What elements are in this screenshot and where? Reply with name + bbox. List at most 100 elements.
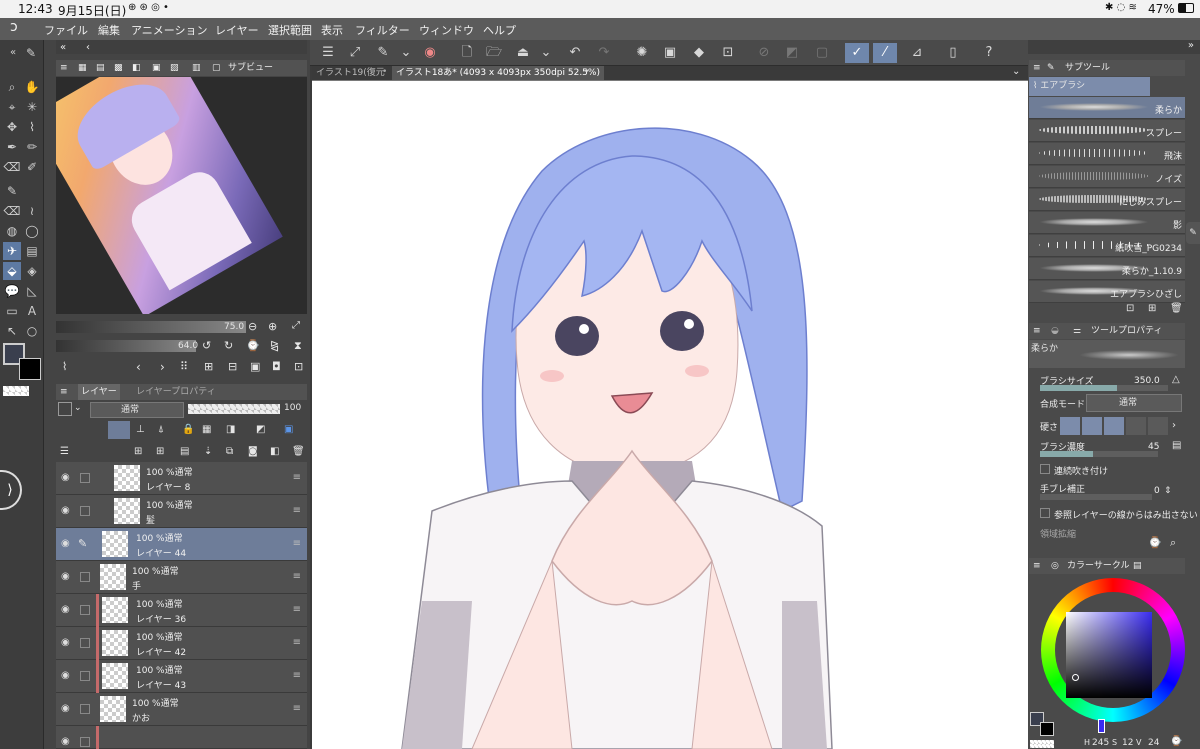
continuous-checkbox[interactable]	[1040, 464, 1050, 474]
menu-icon[interactable]: ≡	[60, 60, 68, 76]
crop-icon[interactable]: ▢	[812, 43, 832, 63]
lock-icon[interactable]: 🔒	[182, 424, 194, 435]
text-tool-icon[interactable]: A	[23, 302, 41, 320]
delete-image-icon[interactable]: ⊟	[228, 360, 237, 373]
density-slider[interactable]	[1040, 451, 1158, 457]
material-tab-icon[interactable]: ▩	[114, 60, 123, 76]
drag-handle-icon[interactable]: ≡	[293, 637, 301, 648]
reset-color-icon[interactable]: ⌚	[1170, 736, 1182, 747]
ruler-tool-icon[interactable]: ◺	[23, 282, 41, 300]
ruler-icon[interactable]: ⊿	[907, 43, 927, 63]
pen-pressure-icon[interactable]: ✓	[845, 43, 869, 63]
save-icon[interactable]: ⏏	[513, 43, 533, 63]
blend-mode-select[interactable]: 通常	[1086, 394, 1182, 412]
decoration-tool-icon[interactable]: ✎	[3, 182, 21, 200]
brush-item[interactable]: ノイズ	[1029, 166, 1185, 188]
history-tab-icon[interactable]: ◧	[132, 60, 141, 76]
blend-mode-select[interactable]: 通常	[90, 402, 184, 418]
zoom-in-icon[interactable]: ⊕	[268, 320, 277, 333]
layer-row[interactable]: ◉ 100 %通常 手 ≡	[56, 561, 307, 594]
new-file-icon[interactable]: 🗋	[457, 43, 477, 63]
sub-color-swatch[interactable]	[1040, 722, 1054, 736]
layer-checkbox[interactable]	[80, 506, 90, 516]
opacity-slider[interactable]	[188, 404, 280, 414]
shape-tool-icon[interactable]: ○	[23, 322, 41, 340]
subtool-title[interactable]: サブツール	[1065, 60, 1110, 76]
zoom-tool-icon[interactable]: ⌕	[3, 78, 21, 96]
transparent-swatch[interactable]	[1030, 740, 1054, 748]
hardness-step[interactable]	[1082, 417, 1102, 435]
copy-subtool-icon[interactable]: ⊡	[1126, 303, 1134, 314]
eyedropper-tool-icon[interactable]: ⌇	[23, 118, 41, 136]
transform-icon[interactable]: ⊡	[718, 43, 738, 63]
grid-icon[interactable]: ⠿	[180, 360, 188, 373]
menu-icon[interactable]: ≡	[60, 384, 68, 400]
brush-item-selected[interactable]: 柔らか	[1029, 97, 1185, 119]
delete-layer-icon[interactable]: 🗑	[292, 446, 305, 457]
drag-handle-icon[interactable]: ≡	[293, 670, 301, 681]
chevron-down-icon[interactable]: ⌄	[74, 403, 82, 413]
clip-icon[interactable]	[108, 421, 130, 439]
transparent-swatch[interactable]	[3, 386, 29, 396]
pencil-tool-icon[interactable]: ✏	[23, 138, 41, 156]
fit-canvas-icon[interactable]: ⤢	[345, 43, 365, 63]
layer-row[interactable]: ◉ 100 %通常 レイヤー 8 ≡	[56, 462, 307, 495]
layer-checkbox[interactable]	[80, 704, 90, 714]
stabilize-slider[interactable]	[1040, 494, 1152, 500]
search-icon[interactable]: ⌕	[1170, 536, 1176, 550]
navigator-tab-icon[interactable]: ▦	[78, 60, 87, 76]
move-tool-icon[interactable]: ✥	[3, 118, 21, 136]
preset-preview[interactable]: 柔らか	[1029, 340, 1185, 368]
menu-filter[interactable]: フィルター	[355, 22, 410, 38]
tab-layer[interactable]: レイヤー	[78, 384, 120, 400]
object-tab-icon[interactable]: ◒	[1051, 323, 1059, 339]
layer-checkbox[interactable]	[80, 473, 90, 483]
lock-transparent-icon[interactable]: ▦	[202, 424, 211, 435]
rotate-slider[interactable]	[56, 340, 196, 352]
zoom-slider[interactable]	[56, 321, 246, 333]
hamburger-menu-icon[interactable]: ☰	[318, 43, 338, 63]
eye-icon[interactable]: ◉	[61, 670, 73, 682]
frame-tool-icon[interactable]: ▭	[3, 302, 21, 320]
actions-tab-icon[interactable]: ▥	[192, 60, 201, 76]
layer-checkbox[interactable]	[80, 671, 90, 681]
rotate-left-icon[interactable]: ↺	[202, 339, 211, 352]
phone-icon[interactable]: ▯	[943, 43, 963, 63]
auto-select-tool-icon[interactable]: ✳	[23, 98, 41, 116]
menu-animation[interactable]: アニメーション	[131, 22, 208, 38]
hardness-step[interactable]	[1104, 417, 1124, 435]
layer-row[interactable]: ◉ 100 %通常 レイヤー 42 ≡	[56, 627, 307, 660]
layer-checkbox[interactable]	[80, 638, 90, 648]
menu-icon[interactable]: ≡	[1033, 323, 1041, 339]
reset-rotate-icon[interactable]: ⌚	[246, 339, 260, 352]
layer-checkbox[interactable]	[80, 572, 90, 582]
camera-icon[interactable]: ◘	[272, 360, 281, 373]
zoom-out-icon[interactable]: ⊖	[248, 320, 257, 333]
mask-add-icon[interactable]: ◙	[248, 446, 258, 457]
color-tab-icon[interactable]: ▨	[170, 60, 179, 76]
info-tab-icon[interactable]: ▣	[152, 60, 161, 76]
panel-collapse-bar[interactable]: «‹	[56, 40, 307, 54]
stroke-icon[interactable]: ⁄	[873, 43, 897, 63]
menu-icon[interactable]: ≡	[1033, 558, 1041, 574]
clear-icon[interactable]: ▣	[660, 43, 680, 63]
gradient-tool-icon[interactable]: ▤	[23, 242, 41, 260]
layer-color-swatch-icon[interactable]: ▣	[284, 424, 293, 435]
drag-handle-icon[interactable]: ≡	[293, 571, 301, 582]
menu-icon[interactable]: ≡	[1033, 60, 1041, 76]
brush-item[interactable]: 飛沫	[1029, 143, 1185, 165]
prev-icon[interactable]: ‹	[136, 360, 141, 374]
reset-icon[interactable]: ⌚	[1148, 536, 1162, 549]
merge-icon[interactable]: ⧉	[226, 446, 233, 457]
canvas-tab-active[interactable]: イラスト18あ* (4093 x 4093px 350dpi 52.5%)	[392, 66, 604, 80]
reference-layer-icon[interactable]: ⊥	[136, 424, 145, 435]
new-subtool-icon[interactable]: ⊞	[1148, 303, 1156, 314]
drag-handle-icon[interactable]: ≡	[293, 703, 301, 714]
layer-row-partial[interactable]: ◉	[56, 726, 307, 749]
marker-tool-icon[interactable]: ✐	[23, 158, 41, 176]
drag-handle-icon[interactable]: ≡	[293, 472, 301, 483]
redo-icon[interactable]: ↷	[594, 43, 614, 63]
close-tab-icon[interactable]: •	[584, 67, 589, 77]
layer-color-icon[interactable]	[58, 402, 72, 416]
hue-handle[interactable]	[1098, 719, 1105, 733]
